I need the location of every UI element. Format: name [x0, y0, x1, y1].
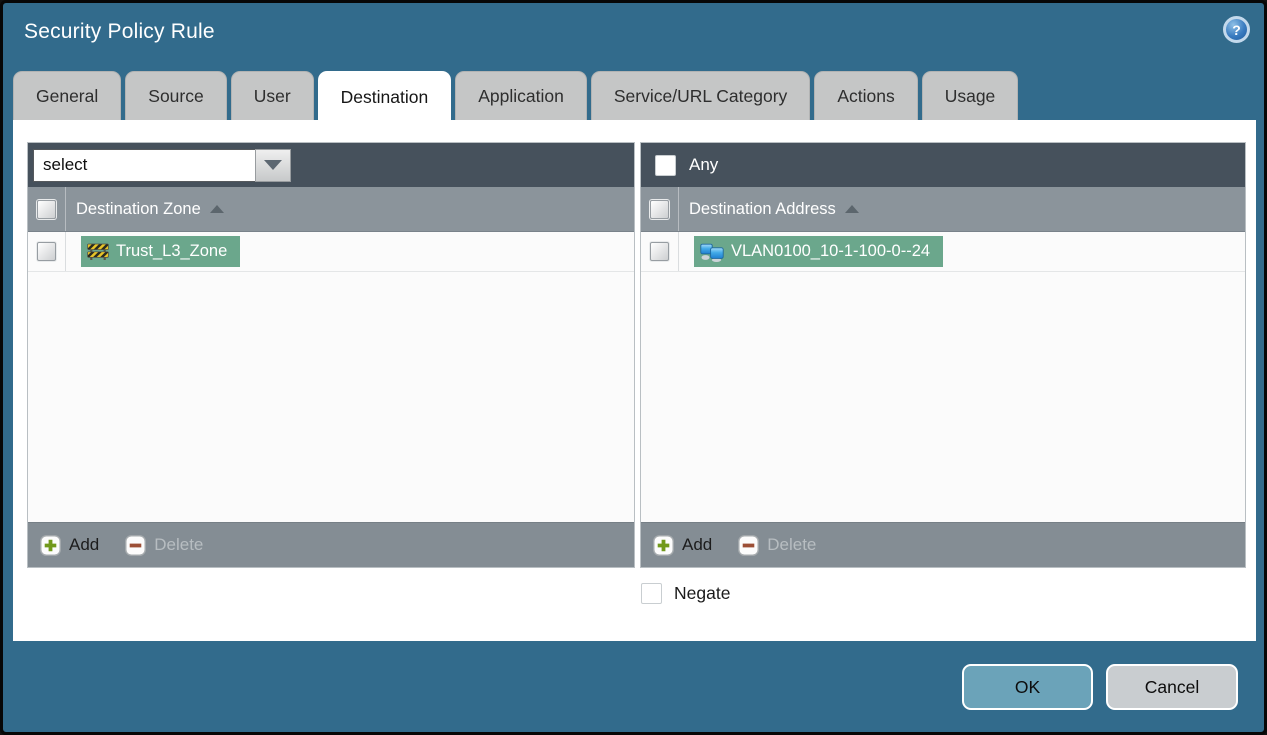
zone-icon — [87, 242, 109, 261]
tab-user[interactable]: User — [230, 71, 314, 120]
sort-ascending-icon[interactable] — [844, 205, 859, 213]
delete-address-button[interactable]: Delete — [738, 534, 816, 556]
add-zone-button[interactable]: Add — [40, 534, 99, 556]
zone-select-dropdown[interactable]: select — [33, 148, 291, 182]
address-select-all-checkbox[interactable] — [650, 199, 669, 219]
address-chip-label: VLAN0100_10-1-100-0--24 — [731, 242, 931, 260]
table-row[interactable]: Trust_L3_Zone — [28, 232, 634, 272]
address-panel-toolbar: Add Delete — [641, 522, 1245, 567]
address-chip[interactable]: VLAN0100_10-1-100-0--24 — [694, 236, 944, 267]
zone-panel-toolbar: Add Delete — [28, 522, 634, 567]
row-checkbox[interactable] — [37, 242, 56, 261]
zone-select-all-checkbox[interactable] — [37, 199, 56, 219]
any-checkbox[interactable] — [655, 154, 676, 176]
row-checkbox[interactable] — [650, 242, 669, 261]
sort-ascending-icon[interactable] — [209, 205, 224, 213]
security-policy-rule-dialog: Security Policy Rule ? General Source Us… — [0, 0, 1267, 735]
tab-service-url-category[interactable]: Service/URL Category — [590, 71, 811, 120]
delete-minus-icon — [738, 534, 760, 556]
dialog-title: Security Policy Rule — [24, 20, 215, 43]
tab-destination[interactable]: Destination — [317, 71, 452, 122]
zone-chip[interactable]: Trust_L3_Zone — [81, 236, 241, 267]
address-table-body: VLAN0100_10-1-100-0--24 — [641, 232, 1245, 522]
delete-minus-icon — [125, 534, 147, 556]
zone-table-header: Destination Zone — [28, 187, 634, 232]
zone-table-body: Trust_L3_Zone — [28, 232, 634, 522]
tab-application[interactable]: Application — [455, 71, 587, 120]
destination-address-panel: Any Destination Address VLAN0100_10-1-10… — [640, 142, 1246, 568]
negate-row: Negate — [641, 583, 730, 604]
destination-zone-panel: select Destination Zone Trust_L3_Zone Ad… — [27, 142, 635, 568]
zone-column-header[interactable]: Destination Zone — [76, 200, 201, 219]
delete-zone-button[interactable]: Delete — [125, 534, 203, 556]
tab-bar: General Source User Destination Applicat… — [13, 71, 1019, 122]
help-icon[interactable]: ? — [1223, 16, 1250, 43]
address-column-header[interactable]: Destination Address — [689, 200, 836, 219]
address-table-header: Destination Address — [641, 187, 1245, 232]
address-panel-topbar: Any — [641, 143, 1245, 187]
destination-tab-content: select Destination Zone Trust_L3_Zone Ad… — [13, 120, 1256, 641]
any-label: Any — [689, 155, 719, 174]
zone-select-value[interactable]: select — [33, 148, 255, 182]
ok-button[interactable]: OK — [962, 664, 1093, 710]
tab-source[interactable]: Source — [125, 71, 227, 120]
negate-label: Negate — [674, 583, 731, 603]
table-row[interactable]: VLAN0100_10-1-100-0--24 — [641, 232, 1245, 272]
negate-checkbox[interactable] — [641, 583, 662, 604]
add-plus-icon — [40, 534, 61, 556]
title-bar: Security Policy Rule ? — [3, 3, 1264, 68]
network-icon — [700, 242, 724, 262]
tab-usage[interactable]: Usage — [921, 71, 1019, 120]
tab-general[interactable]: General — [13, 71, 122, 120]
chevron-down-icon[interactable] — [255, 148, 291, 182]
tab-actions[interactable]: Actions — [814, 71, 918, 120]
zone-panel-topbar: select — [28, 143, 634, 187]
cancel-button[interactable]: Cancel — [1106, 664, 1238, 710]
add-address-button[interactable]: Add — [653, 534, 712, 556]
zone-chip-label: Trust_L3_Zone — [116, 242, 228, 260]
add-plus-icon — [653, 534, 674, 556]
